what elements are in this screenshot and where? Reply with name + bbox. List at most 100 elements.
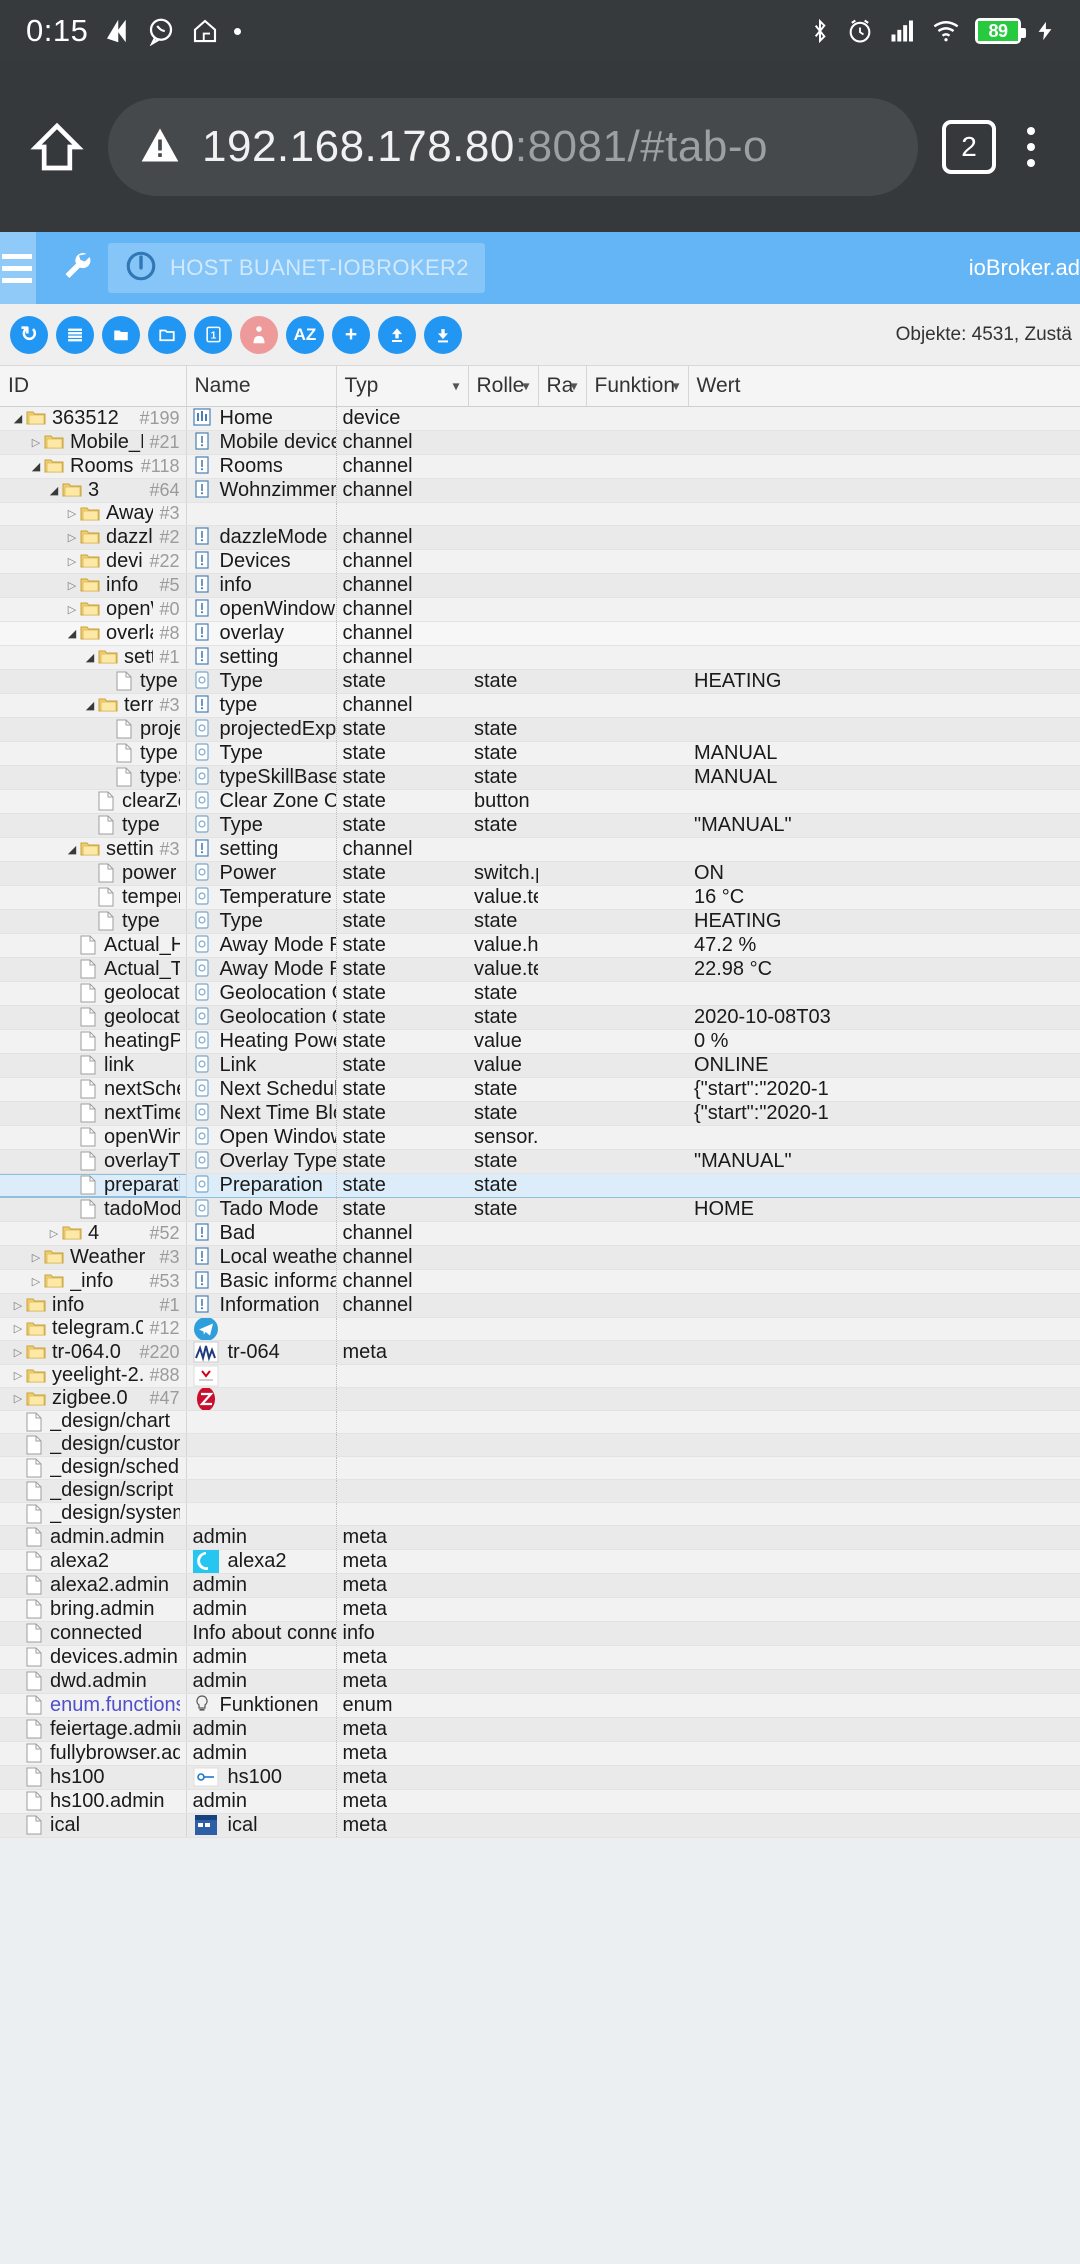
cell-id[interactable]: heatingPower (0, 1029, 186, 1053)
cell-wert[interactable]: 2020-10-08T03 (688, 1005, 1080, 1029)
cell-wert[interactable] (688, 430, 1080, 454)
table-row[interactable]: ▷tr-064.0#220tr-064meta (0, 1340, 1080, 1364)
cell-id[interactable]: enum.functions (0, 1693, 186, 1717)
cell-wert[interactable] (688, 1364, 1080, 1387)
cell-wert[interactable] (688, 837, 1080, 861)
table-row[interactable]: ▷devices#22Deviceschannel (0, 549, 1080, 573)
url-text[interactable]: 192.168.178.80:8081/#tab-o (202, 122, 768, 172)
cell-wert[interactable] (688, 621, 1080, 645)
column-header-wert[interactable]: Wert (688, 366, 1080, 406)
chevron-down-icon[interactable]: ▾ (672, 377, 679, 394)
cell-id[interactable]: bring.admin (0, 1597, 186, 1621)
cell-name[interactable]: Home (186, 406, 336, 430)
cell-wert[interactable] (688, 1317, 1080, 1340)
folder-icon[interactable] (26, 1344, 46, 1360)
expand-arrow-closed-icon[interactable]: ▷ (10, 1346, 26, 1359)
cell-id[interactable]: type (0, 813, 186, 837)
cell-id[interactable]: tadoMode (0, 1197, 186, 1221)
cell-wert[interactable]: HEATING (688, 909, 1080, 933)
expand-arrow-open-icon[interactable]: ◢ (82, 699, 98, 712)
list-view-button[interactable]: ≣ (56, 316, 94, 354)
table-row[interactable]: ◢termination#3typechannel (0, 693, 1080, 717)
table-row[interactable]: icalicalmeta (0, 1813, 1080, 1837)
cell-wert[interactable] (688, 1813, 1080, 1837)
table-row[interactable]: connectedInfo about connected soc...info (0, 1621, 1080, 1645)
table-row[interactable]: tadoModeTado ModestatestateHOME (0, 1197, 1080, 1221)
cell-id[interactable]: _design/schedule (0, 1456, 186, 1479)
folder-icon[interactable] (26, 1391, 46, 1407)
expand-arrow-closed-icon[interactable]: ▷ (28, 1251, 44, 1264)
table-row[interactable]: geolocationOverrideGeolocation Overrides… (0, 981, 1080, 1005)
column-header-funktion[interactable]: Funktion▾ (586, 366, 688, 406)
cell-wert[interactable] (688, 1479, 1080, 1502)
folder-icon[interactable] (26, 410, 46, 426)
cell-wert[interactable] (688, 1410, 1080, 1433)
table-row[interactable]: hs100hs100meta (0, 1765, 1080, 1789)
cell-wert[interactable]: HEATING (688, 669, 1080, 693)
cell-id[interactable]: ▷dazzleMode#2 (0, 525, 186, 549)
cell-name[interactable]: Preparation (186, 1173, 336, 1197)
table-row[interactable]: ▷telegram.0#12 (0, 1317, 1080, 1340)
folder-icon[interactable] (80, 577, 100, 593)
cell-wert[interactable] (688, 573, 1080, 597)
cell-id[interactable]: ▷zigbee.0#47 (0, 1387, 186, 1410)
cell-name[interactable]: Clear Zone Overlay (186, 789, 336, 813)
table-row[interactable]: typeTypestatestateMANUAL (0, 741, 1080, 765)
cell-id[interactable]: _design/custom (0, 1433, 186, 1456)
cell-wert[interactable] (688, 1573, 1080, 1597)
cell-id[interactable]: ▷AwayConfiguration#3 (0, 502, 186, 525)
cell-name[interactable]: Information (186, 1293, 336, 1317)
table-row[interactable]: ▷AwayConfiguration#3 (0, 502, 1080, 525)
cell-wert[interactable] (688, 1741, 1080, 1765)
table-row[interactable]: _design/schedule (0, 1456, 1080, 1479)
cell-id[interactable]: link (0, 1053, 186, 1077)
cell-id[interactable]: connected (0, 1621, 186, 1645)
browser-home-button[interactable] (22, 115, 92, 179)
expand-arrow-closed-icon[interactable]: ▷ (46, 1227, 62, 1240)
cell-id[interactable]: ▷openWindowDetection#0 (0, 597, 186, 621)
cell-id[interactable]: ▷Weather#3 (0, 1245, 186, 1269)
expand-arrow-open-icon[interactable]: ◢ (46, 484, 62, 497)
cell-wert[interactable] (688, 1433, 1080, 1456)
table-row[interactable]: powerPowerstateswitch.poweON (0, 861, 1080, 885)
cell-wert[interactable] (688, 1525, 1080, 1549)
table-row[interactable]: projectedExpiryprojectedExpirystatestate (0, 717, 1080, 741)
tab-counter-button[interactable]: 2 (942, 120, 996, 174)
cell-id[interactable]: power (0, 861, 186, 885)
cell-id[interactable]: ▷tr-064.0#220 (0, 1340, 186, 1364)
table-row[interactable]: linkLinkstatevalueONLINE (0, 1053, 1080, 1077)
table-row[interactable]: typeSkillBasedApptypeSkillBasedAppstates… (0, 765, 1080, 789)
cell-name[interactable] (186, 1433, 336, 1456)
cell-name[interactable]: Type (186, 813, 336, 837)
cell-name[interactable]: Devices (186, 549, 336, 573)
table-row[interactable]: ◢overlay#8overlaychannel (0, 621, 1080, 645)
cell-name[interactable]: Away Mode Reminder (186, 933, 336, 957)
cell-id[interactable]: ▷4#52 (0, 1221, 186, 1245)
folder-icon[interactable] (44, 1273, 64, 1289)
cell-id[interactable]: ◢3#64 (0, 478, 186, 502)
cell-name[interactable]: Next Time Block (186, 1101, 336, 1125)
cell-id[interactable]: projectedExpiry (0, 717, 186, 741)
cell-wert[interactable] (688, 1717, 1080, 1741)
cell-name[interactable]: admin (186, 1645, 336, 1669)
table-row[interactable]: typeTypestatestateHEATING (0, 669, 1080, 693)
import-button[interactable] (378, 316, 416, 354)
cell-wert[interactable] (688, 1597, 1080, 1621)
cell-wert[interactable]: ONLINE (688, 1053, 1080, 1077)
cell-name[interactable]: Funktionen (186, 1693, 336, 1717)
chevron-down-icon[interactable]: ▾ (452, 377, 459, 394)
cell-id[interactable]: typeSkillBasedApp (0, 765, 186, 789)
cell-wert[interactable]: ON (688, 861, 1080, 885)
cell-id[interactable]: _design/chart (0, 1410, 186, 1433)
cell-wert[interactable] (688, 1293, 1080, 1317)
cell-name[interactable]: admin (186, 1741, 336, 1765)
cell-name[interactable]: openWindowDetection (186, 597, 336, 621)
cell-id[interactable]: type (0, 909, 186, 933)
cell-id[interactable]: hs100 (0, 1765, 186, 1789)
cell-wert[interactable] (688, 1173, 1080, 1197)
cell-wert[interactable]: "MANUAL" (688, 1149, 1080, 1173)
folder-icon[interactable] (26, 1368, 46, 1384)
cell-id[interactable]: ▷info#5 (0, 573, 186, 597)
cell-id[interactable]: ◢termination#3 (0, 693, 186, 717)
cell-name[interactable]: Type (186, 669, 336, 693)
